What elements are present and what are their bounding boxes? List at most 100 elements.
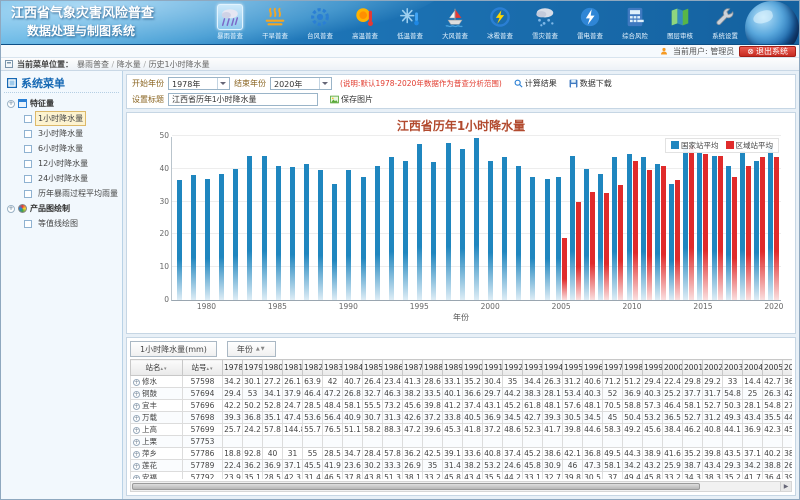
query-controls: 开始年份 1978年 结束年份 2020年 (说明:默认1978-2020年数据… bbox=[126, 74, 796, 109]
tree-leaf-24小时降水量[interactable]: 24小时降水量 bbox=[4, 171, 119, 186]
column-header-year-2000[interactable]: 2000▴▾ bbox=[663, 360, 683, 376]
column-header-year-1981[interactable]: 1981▴▾ bbox=[283, 360, 303, 376]
toolbar-item-typhoon[interactable]: 台风普查 bbox=[297, 3, 342, 41]
scrollbar-thumb[interactable] bbox=[132, 483, 700, 490]
row-expand-icon[interactable]: + bbox=[133, 439, 140, 446]
column-header-year-1990[interactable]: 1990▴▾ bbox=[463, 360, 483, 376]
value-cell: 39.1 bbox=[443, 448, 463, 460]
tree-node-产品图绘制[interactable]: +产品图绘制 bbox=[4, 201, 119, 216]
tree-toggle-icon[interactable]: + bbox=[7, 100, 15, 108]
row-expand-icon[interactable]: + bbox=[133, 379, 140, 386]
table-row-安福[interactable]: +安福5779223.935.128.542.331.446.537.843.8… bbox=[131, 472, 793, 480]
row-expand-icon[interactable]: + bbox=[133, 403, 140, 410]
toolbar-item-high-temp[interactable]: 高温普查 bbox=[342, 3, 387, 41]
data-table-card: 1小时降水量(mm) 年份 ▲▼ 站名▴▾站号▴▾1978▴▾1979▴▾198… bbox=[126, 337, 796, 496]
toolbar-item-map-audit[interactable]: 图层审核 bbox=[657, 3, 702, 41]
value-cell: 26.8 bbox=[343, 388, 363, 400]
tree-leaf-6小时降水量[interactable]: 6小时降水量 bbox=[4, 141, 119, 156]
chart-legend[interactable]: 国家站平均区域站平均 bbox=[665, 138, 779, 153]
row-expand-icon[interactable]: + bbox=[133, 475, 140, 479]
horizontal-scrollbar[interactable]: ▶ bbox=[130, 481, 792, 492]
calculate-button[interactable]: 计算结果 bbox=[514, 78, 557, 89]
column-header-year-1989[interactable]: 1989▴▾ bbox=[443, 360, 463, 376]
toolbar-item-settings[interactable]: 系统设置 bbox=[702, 3, 747, 41]
breadcrumb-item[interactable]: 降水量 bbox=[117, 60, 141, 69]
scrollbar-right-arrow-icon[interactable]: ▶ bbox=[780, 482, 791, 491]
column-header-year-1988[interactable]: 1988▴▾ bbox=[423, 360, 443, 376]
year-filter-button[interactable]: 年份 ▲▼ bbox=[227, 341, 276, 357]
table-row-铜鼓[interactable]: +铜鼓5769429.45334.137.946.447.226.832.746… bbox=[131, 388, 793, 400]
column-header-year-1993[interactable]: 1993▴▾ bbox=[523, 360, 543, 376]
column-header-year-1999[interactable]: 1999▴▾ bbox=[643, 360, 663, 376]
column-header-year-1996[interactable]: 1996▴▾ bbox=[583, 360, 603, 376]
table-row-莲花[interactable]: +莲花5778922.436.236.937.145.541.923.630.2… bbox=[131, 460, 793, 472]
row-expand-icon[interactable]: + bbox=[133, 415, 140, 422]
column-header-year-2001[interactable]: 2001▴▾ bbox=[683, 360, 703, 376]
table-row-上高[interactable]: +上高5769925.724.257.8144.855.776.551.158.… bbox=[131, 424, 793, 436]
tree-leaf-label: 历年暴雨过程平均雨量 bbox=[35, 186, 121, 201]
column-header-year-1991[interactable]: 1991▴▾ bbox=[483, 360, 503, 376]
toolbar-item-lightning[interactable]: 雷电普查 bbox=[567, 3, 612, 41]
bar-group-1978 bbox=[172, 137, 186, 300]
end-year-select[interactable]: 2020年 bbox=[270, 77, 332, 90]
toolbar-item-gale[interactable]: 大风普查 bbox=[432, 3, 477, 41]
table-row-萍乡[interactable]: +萍乡5778618.892.840315528.534.728.457.836… bbox=[131, 448, 793, 460]
column-header-year-1983[interactable]: 1983▴▾ bbox=[323, 360, 343, 376]
legend-item-国家站平均[interactable]: 国家站平均 bbox=[671, 140, 719, 151]
tree-leaf-等值线绘图[interactable]: 等值线绘图 bbox=[4, 216, 119, 231]
tree-leaf-历年暴雨过程平均雨量[interactable]: 历年暴雨过程平均雨量 bbox=[4, 186, 119, 201]
toolbar-item-low-temp[interactable]: 低温普查 bbox=[387, 3, 432, 41]
column-header-station[interactable]: 站名▴▾ bbox=[131, 360, 183, 376]
column-header-year-2002[interactable]: 2002▴▾ bbox=[703, 360, 723, 376]
column-header-year-1978[interactable]: 1978▴▾ bbox=[223, 360, 243, 376]
sidebar-title: 系统菜单 bbox=[4, 73, 119, 93]
start-year-select[interactable]: 1978年 bbox=[168, 77, 230, 90]
save-image-button[interactable]: 保存图片 bbox=[330, 94, 373, 105]
download-button[interactable]: 数据下载 bbox=[569, 78, 612, 89]
column-header-year-2003[interactable]: 2003▴▾ bbox=[723, 360, 743, 376]
chart-title-input[interactable] bbox=[168, 93, 318, 106]
tree-node-特征量[interactable]: +特征量 bbox=[4, 96, 119, 111]
toolbar-item-risk-calc[interactable]: 综合风险 bbox=[612, 3, 657, 41]
column-header-year-1992[interactable]: 1992▴▾ bbox=[503, 360, 523, 376]
column-header-year-1979[interactable]: 1979▴▾ bbox=[243, 360, 263, 376]
tree-leaf-1小时降水量[interactable]: 1小时降水量 bbox=[4, 111, 119, 126]
column-header-year-1982[interactable]: 1982▴▾ bbox=[303, 360, 323, 376]
column-header-year-2005[interactable]: 2005▴▾ bbox=[763, 360, 783, 376]
toolbar-item-hail[interactable]: 冰雹普查 bbox=[477, 3, 522, 41]
column-header-year-1997[interactable]: 1997▴▾ bbox=[603, 360, 623, 376]
column-header-year-1998[interactable]: 1998▴▾ bbox=[623, 360, 643, 376]
table-row-修水[interactable]: +修水5759834.230.127.226.163.94240.726.423… bbox=[131, 376, 793, 388]
column-header-year-1987[interactable]: 1987▴▾ bbox=[403, 360, 423, 376]
table-row-宜丰[interactable]: +宜丰5769642.250.252.824.728.548.458.155.5… bbox=[131, 400, 793, 412]
table-row-上栗[interactable]: +上栗57753 bbox=[131, 436, 793, 448]
column-header-year-1986[interactable]: 1986▴▾ bbox=[383, 360, 403, 376]
column-header-year-1980[interactable]: 1980▴▾ bbox=[263, 360, 283, 376]
column-header-year-1984[interactable]: 1984▴▾ bbox=[343, 360, 363, 376]
column-header-year-2006[interactable]: 2006▴▾ bbox=[783, 360, 793, 376]
tree-toggle-icon[interactable]: + bbox=[7, 205, 15, 213]
toolbar-item-snow[interactable]: 雪灾普查 bbox=[522, 3, 567, 41]
metric-filter-button[interactable]: 1小时降水量(mm) bbox=[130, 341, 217, 357]
legend-item-区域站平均[interactable]: 区域站平均 bbox=[726, 140, 774, 151]
column-header-code[interactable]: 站号▴▾ bbox=[183, 360, 223, 376]
toolbar-item-rainstorm[interactable]: 暴雨普查 bbox=[207, 3, 252, 41]
value-cell: 53.2 bbox=[643, 412, 663, 424]
row-expand-icon[interactable]: + bbox=[133, 451, 140, 458]
row-expand-icon[interactable]: + bbox=[133, 427, 140, 434]
tree-leaf-3小时降水量[interactable]: 3小时降水量 bbox=[4, 126, 119, 141]
table-row-万载[interactable]: +万载5769839.336.835.147.453.656.440.930.7… bbox=[131, 412, 793, 424]
breadcrumb-item[interactable]: 暴雨普查 bbox=[77, 60, 109, 69]
value-cell: 44.3 bbox=[623, 448, 643, 460]
row-expand-icon[interactable]: + bbox=[133, 463, 140, 470]
tree-leaf-12小时降水量[interactable]: 12小时降水量 bbox=[4, 156, 119, 171]
exit-button[interactable]: ⊗ 退出系统 bbox=[739, 46, 796, 57]
bar-group-2010 bbox=[625, 137, 639, 300]
breadcrumb-item[interactable]: 历史1小时降水量 bbox=[149, 60, 210, 69]
row-expand-icon[interactable]: + bbox=[133, 391, 140, 398]
toolbar-item-drought[interactable]: 干旱普查 bbox=[252, 3, 297, 41]
column-header-year-2004[interactable]: 2004▴▾ bbox=[743, 360, 763, 376]
column-header-year-1995[interactable]: 1995▴▾ bbox=[563, 360, 583, 376]
column-header-year-1985[interactable]: 1985▴▾ bbox=[363, 360, 383, 376]
column-header-year-1994[interactable]: 1994▴▾ bbox=[543, 360, 563, 376]
